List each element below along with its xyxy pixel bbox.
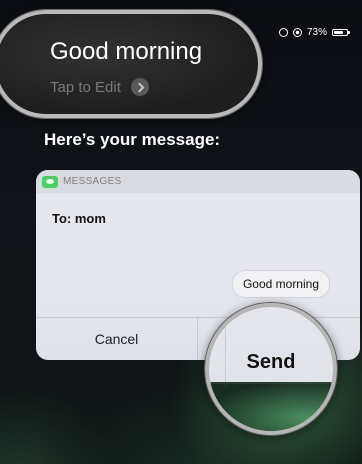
send-button[interactable]: Send	[209, 351, 333, 374]
battery-percent: 73%	[306, 26, 327, 38]
recipient: To: mom	[52, 211, 106, 226]
siri-screen: 73% Good morning Tap to Edit Here’s your…	[0, 0, 362, 464]
messages-app-icon	[42, 175, 58, 188]
status-bar: 73%	[278, 25, 350, 39]
alarm-icon	[292, 27, 302, 37]
app-name: MESSAGES	[63, 176, 122, 187]
chevron-right-icon	[130, 78, 149, 96]
siri-utterance: Good morning	[50, 38, 203, 65]
send-magnifier: Send	[205, 303, 337, 435]
orientation-lock-icon	[278, 27, 288, 37]
message-bubble: Good morning	[231, 270, 330, 298]
tap-to-edit-label: Tap to Edit	[50, 78, 121, 96]
battery-icon	[332, 28, 350, 36]
tap-to-edit-button[interactable]: Tap to Edit	[50, 78, 149, 96]
cancel-button[interactable]: Cancel	[36, 318, 198, 360]
card-header: MESSAGES	[36, 170, 360, 193]
siri-heading: Here’s your message:	[44, 130, 221, 149]
